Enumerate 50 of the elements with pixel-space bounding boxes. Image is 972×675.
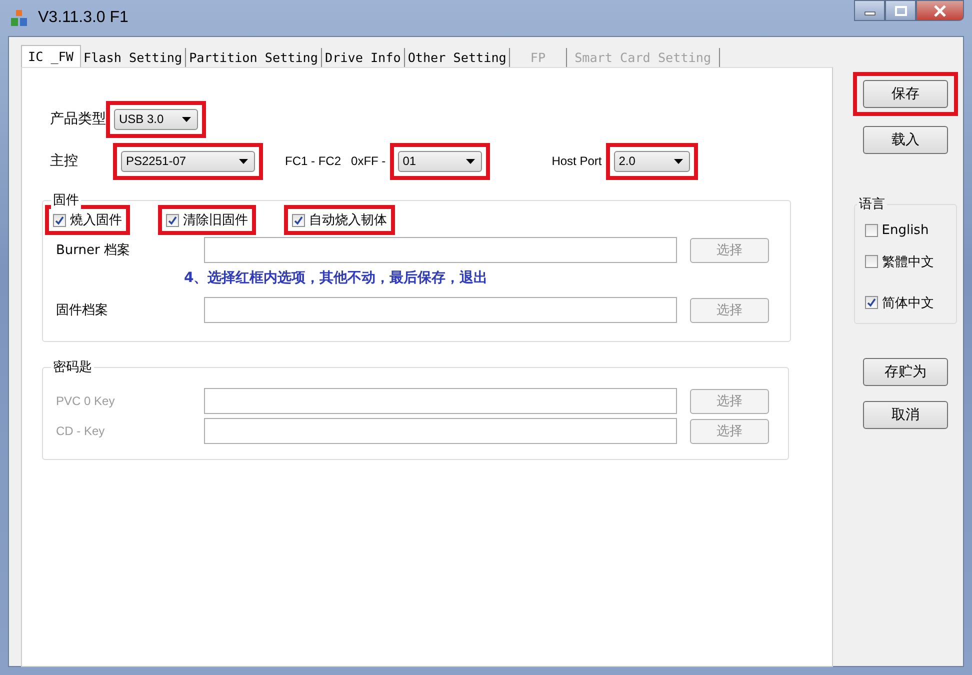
checkbox-label: 简体中文 (882, 294, 934, 312)
close-button[interactable] (916, 0, 964, 21)
group-title: 语言 (856, 195, 887, 213)
field-label: Host Port (552, 154, 602, 168)
checkbox-label: 燒入固件 (70, 212, 122, 229)
push-button[interactable]: 保存 (862, 80, 948, 108)
checkbox[interactable] (864, 255, 878, 268)
text-field[interactable] (204, 297, 677, 323)
push-button[interactable]: 取消 (862, 401, 948, 429)
field-label: Burner 档案 (55, 242, 131, 259)
dropdown[interactable]: USB 3.0 (114, 108, 198, 130)
caret-icon (466, 158, 475, 164)
app-icon (10, 9, 28, 27)
push-button[interactable]: 载入 (862, 126, 948, 154)
checkbox[interactable] (864, 296, 878, 309)
checkbox[interactable] (864, 224, 878, 236)
caret-icon (239, 158, 248, 164)
dropdown[interactable]: 01 (398, 150, 482, 172)
checkbox[interactable] (53, 214, 66, 226)
maximize-button[interactable] (885, 0, 916, 21)
dropdown[interactable]: 2.0 (614, 150, 690, 172)
minimize-button[interactable] (854, 0, 885, 21)
field-label: 主控 (50, 152, 79, 170)
caret-icon (674, 158, 683, 164)
caret-icon (182, 116, 191, 122)
field-label: FC1 - FC2 (285, 154, 342, 168)
tab[interactable]: Flash Setting (80, 48, 186, 67)
text-field[interactable] (204, 388, 677, 414)
group-title: 密码匙 (51, 358, 94, 376)
checkbox[interactable] (166, 214, 179, 226)
field-label: PVC 0 Key (55, 394, 116, 408)
push-button[interactable]: 存贮为 (862, 358, 948, 386)
checkbox-label: English (882, 222, 929, 238)
tab[interactable]: IC _FW (21, 45, 80, 67)
group-title: 固件 (51, 191, 81, 209)
maximize-icon (894, 6, 906, 16)
close-icon (933, 4, 947, 16)
field-label: 0xFF - (351, 154, 386, 168)
instruction-text: 4、选择红框内选项，其他不动，最后保存，退出 (184, 269, 489, 288)
field-label: CD - Key (55, 424, 106, 438)
checkbox-label: 清除旧固件 (183, 212, 248, 229)
checkbox-label: 自动烧入韧体 (309, 212, 387, 229)
window-title: V3.11.3.0 F1 (38, 9, 130, 27)
field-label: 产品类型 (50, 110, 106, 128)
checkbox[interactable] (292, 214, 305, 226)
checkbox-label: 繁體中文 (882, 254, 934, 270)
field-label: 固件档案 (55, 302, 109, 319)
text-field[interactable] (204, 418, 677, 444)
dropdown[interactable]: PS2251-07 (121, 150, 255, 172)
text-field[interactable] (204, 237, 677, 263)
